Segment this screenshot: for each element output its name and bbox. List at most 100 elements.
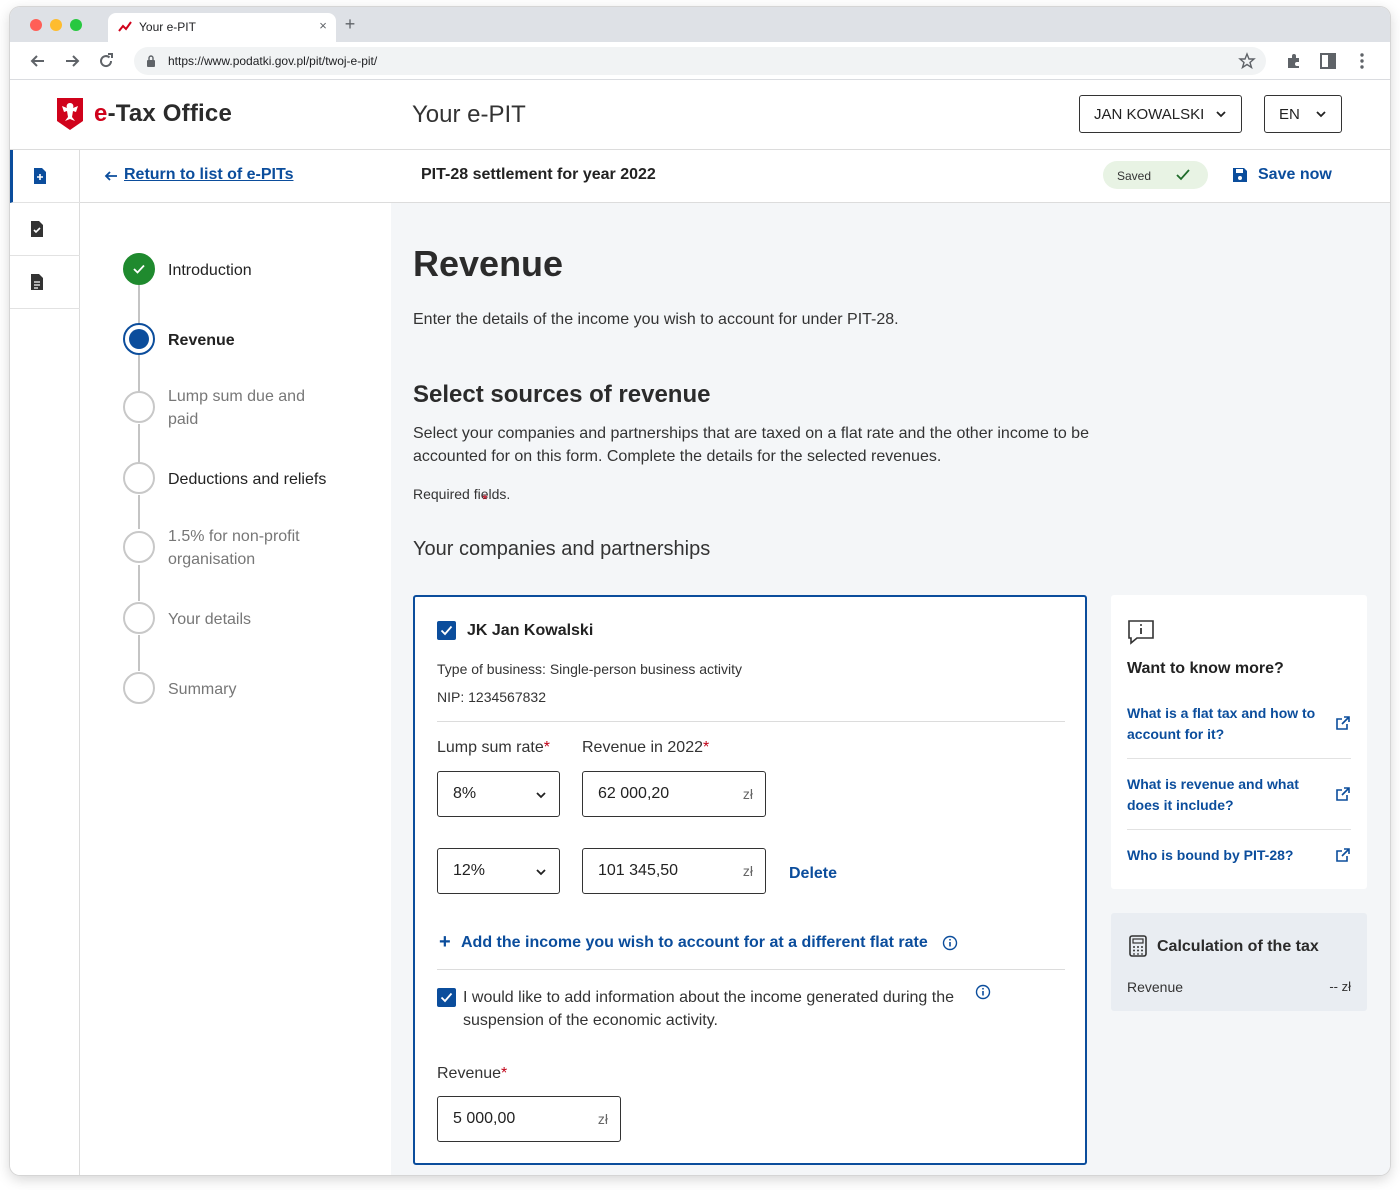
rail-item-documents[interactable]	[10, 256, 80, 309]
close-tab-icon[interactable]: ×	[316, 19, 330, 33]
step-pending-indicator	[123, 462, 155, 494]
app-title: Your e-PIT	[412, 101, 526, 128]
external-link-icon	[1336, 787, 1350, 801]
return-to-list-link[interactable]: Return to list of e-PITs	[104, 166, 293, 184]
lump-sum-rate-select[interactable]: 8%	[437, 771, 560, 817]
check-icon	[133, 264, 145, 274]
external-link-icon	[1336, 716, 1350, 730]
revenue-label: Revenue in 2022*	[582, 739, 709, 757]
browser-tab-bar: Your e-PIT × +	[10, 7, 1390, 42]
step-label: Your details	[168, 611, 252, 628]
browser-tab[interactable]: Your e-PIT ×	[108, 13, 336, 42]
step-connector	[138, 565, 140, 601]
extensions-icon[interactable]	[1284, 51, 1304, 71]
polish-eagle-emblem-icon[interactable]	[56, 97, 84, 131]
user-menu-button[interactable]: JAN KOWALSKI	[1079, 95, 1242, 133]
url-text: https://www.podatki.gov.pl/pit/twoj-e-pi…	[168, 54, 378, 68]
help-panel: Want to know more? What is a flat tax an…	[1111, 595, 1367, 889]
section-title: Select sources of revenue	[413, 381, 711, 408]
step-pending-indicator	[123, 391, 155, 423]
save-floppy-icon	[1233, 168, 1247, 182]
address-bar[interactable]: https://www.podatki.gov.pl/pit/twoj-e-pi…	[134, 47, 1266, 75]
brand-logo[interactable]: e-Tax Office	[94, 100, 232, 128]
new-tab-icon[interactable]: +	[342, 15, 358, 33]
lump-sum-rate-label: Lump sum rate*	[437, 739, 550, 757]
rail-item-new-declaration[interactable]	[10, 150, 80, 203]
maximize-window-button[interactable]	[70, 19, 82, 31]
calculation-revenue-value: -- zł	[1329, 979, 1351, 994]
step-connector	[138, 495, 140, 529]
step-pending-indicator	[123, 672, 155, 704]
suspension-income-checkbox[interactable]	[437, 988, 456, 1007]
business-type: Type of business: Single-person business…	[437, 661, 743, 677]
suspension-checkbox-label: I would like to add information about th…	[463, 989, 954, 1029]
language-select[interactable]: EN	[1264, 95, 1342, 133]
currency-unit: zł	[742, 863, 753, 879]
page-title: Revenue	[413, 243, 564, 284]
bookmark-star-icon[interactable]	[1238, 52, 1256, 70]
language-label: EN	[1279, 106, 1300, 123]
back-arrow-icon[interactable]	[28, 51, 48, 71]
settlement-title: PIT-28 settlement for year 2022	[421, 166, 656, 183]
calculation-title: Calculation of the tax	[1157, 938, 1319, 955]
rail-item-checked-documents[interactable]	[10, 203, 80, 256]
divider	[437, 969, 1065, 970]
selected-rate: 12%	[453, 862, 486, 879]
chevron-down-icon	[1316, 111, 1326, 118]
forward-arrow-icon[interactable]	[62, 51, 82, 71]
calculator-icon	[1129, 935, 1147, 957]
required-fields-note: * Required fields.	[413, 486, 510, 507]
step-label: Introduction	[168, 262, 252, 279]
required-asterisk: *	[702, 739, 710, 756]
brand-name: -Tax Office	[107, 100, 233, 127]
step-label: Summary	[168, 681, 237, 698]
close-window-button[interactable]	[30, 19, 42, 31]
browser-window: Your e-PIT × + https://www.podatki.gov.p…	[10, 7, 1390, 1175]
check-icon	[440, 625, 453, 636]
save-now-label: Save now	[1258, 166, 1332, 183]
lump-sum-rate-select[interactable]: 12%	[437, 848, 560, 894]
intro-text: Enter the details of the income you wish…	[413, 311, 899, 328]
revenue-label-text: Revenue in 2022	[582, 739, 703, 756]
saved-status-badge: Saved	[1103, 161, 1208, 189]
reload-icon[interactable]	[96, 51, 116, 71]
help-link-label: What is revenue and what does it include…	[1127, 776, 1299, 813]
help-link[interactable]: What is a flat tax and how to account fo…	[1127, 703, 1351, 759]
step-label: Deductions and reliefs	[168, 471, 327, 488]
currency-unit: zł	[742, 786, 753, 802]
lump-sum-rate-label-text: Lump sum rate	[437, 739, 544, 756]
delete-rate-link[interactable]: Delete	[789, 865, 837, 883]
suspension-revenue-input[interactable]: 5 000,00 zł	[437, 1096, 621, 1142]
check-icon	[1176, 169, 1190, 181]
sub-header: Return to list of e-PITs PIT-28 settleme…	[80, 150, 1390, 203]
step-label: 1.5% for non-profit organisation	[168, 528, 300, 568]
tax-calculation-panel: Calculation of the tax Revenue -- zł	[1111, 913, 1367, 1011]
step-connector	[138, 424, 140, 463]
document-icon	[31, 274, 43, 290]
step-connector	[138, 285, 140, 327]
company-checkbox[interactable]	[437, 621, 456, 640]
calculation-revenue-label: Revenue	[1127, 979, 1184, 995]
help-link[interactable]: Who is bound by PIT-28?	[1127, 845, 1351, 875]
revenue-amount-input[interactable]: 101 345,50 zł	[582, 848, 766, 894]
external-link-icon	[1336, 848, 1350, 862]
add-flat-rate-label: Add the income you wish to account for a…	[461, 934, 928, 951]
revenue-amount-input[interactable]: 62 000,20 zł	[582, 771, 766, 817]
info-icon[interactable]	[975, 984, 991, 1000]
side-panel-icon[interactable]	[1318, 51, 1338, 71]
main-content: Revenue Enter the details of the income …	[391, 203, 1390, 1175]
brand-prefix: e	[94, 100, 108, 127]
minimize-window-button[interactable]	[50, 19, 62, 31]
return-link-label: Return to list of e-PITs	[124, 166, 294, 183]
divider	[437, 721, 1065, 722]
suspension-revenue-label-text: Revenue	[437, 1065, 502, 1082]
info-icon[interactable]	[942, 935, 958, 951]
help-link[interactable]: What is revenue and what does it include…	[1127, 774, 1351, 830]
suspension-revenue-label: Revenue*	[437, 1065, 507, 1083]
more-menu-icon[interactable]	[1352, 51, 1372, 71]
step-current-indicator	[123, 323, 155, 355]
selected-rate: 8%	[453, 785, 477, 802]
step-connector	[138, 355, 140, 393]
company-name: JK Jan Kowalski	[467, 622, 594, 639]
step-label: Lump sum due and paid	[168, 388, 305, 428]
